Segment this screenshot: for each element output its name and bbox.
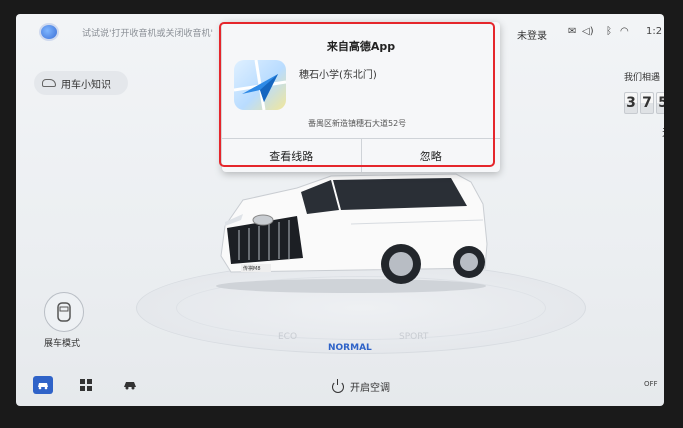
message-icon: ✉: [568, 26, 577, 37]
drive-mode-sport[interactable]: SPORT: [399, 332, 428, 342]
dialog-actions: 查看线路 忽略: [222, 138, 500, 172]
amap-app-icon: [234, 60, 286, 110]
car-icon: [38, 382, 48, 389]
destination-name: 穗石小学(东北门): [299, 70, 377, 81]
ac-label: 开启空调: [350, 383, 390, 394]
ac-power-button[interactable]: 开启空调: [332, 378, 390, 394]
days-digit: 3: [624, 92, 638, 114]
navigation-arrow-icon: [234, 60, 286, 110]
infotainment-screen: 试试说'打开收音机或关闭收音机' 未登录 ✉ ◁) ᛒ ◠ 1:2 用车小知识 …: [16, 14, 664, 406]
vehicle-image: 传祺M8: [216, 173, 488, 293]
days-digit: 7: [640, 92, 654, 114]
dialog-title: 来自高德App: [326, 40, 396, 53]
volume-icon: ◁): [582, 26, 594, 37]
days-digit: 5: [656, 92, 664, 114]
off-switch[interactable]: OFF: [644, 380, 658, 388]
voice-assistant-icon[interactable]: [39, 23, 59, 41]
bottom-dock: 开启空调 OFF: [16, 370, 664, 406]
navigation-share-dialog: 来自高德App 穗石小学(东北门) 番禺区新造镇穗石大道52号 查看线路 忽略: [222, 22, 500, 172]
clock: 1:2: [646, 26, 663, 37]
car-icon: [42, 79, 56, 87]
dock-car-settings-button[interactable]: [120, 376, 140, 394]
car-knowledge-label: 用车小知识: [61, 79, 111, 91]
bluetooth-icon: ᛒ: [606, 26, 612, 37]
car-icon: [124, 382, 136, 390]
days-unit: 天: [662, 124, 664, 139]
drive-mode-eco[interactable]: ECO: [278, 332, 297, 342]
login-status[interactable]: 未登录: [517, 27, 547, 42]
dock-vehicle-button[interactable]: [33, 376, 53, 394]
device-bezel: 试试说'打开收音机或关闭收音机' 未登录 ✉ ◁) ᛒ ◠ 1:2 用车小知识 …: [0, 0, 683, 428]
power-icon: [332, 378, 344, 393]
dock-apps-button[interactable]: [76, 376, 96, 394]
voice-hint: 试试说'打开收音机或关闭收音机': [82, 29, 213, 39]
car-knowledge-button[interactable]: 用车小知识: [34, 71, 128, 95]
drive-mode-normal[interactable]: NORMAL: [328, 343, 372, 353]
wifi-icon: ◠: [620, 26, 629, 37]
days-together-label: 我们相遇: [624, 73, 661, 83]
days-counter: 3 7 5: [624, 92, 664, 114]
view-route-button[interactable]: 查看线路: [222, 139, 361, 172]
vehicle-badge: 传祺M8: [243, 265, 261, 272]
car-top-view-icon: [57, 302, 71, 322]
ignore-button[interactable]: 忽略: [360, 139, 501, 172]
off-label: OFF: [644, 380, 658, 388]
show-mode-button[interactable]: [44, 292, 84, 332]
show-mode-label: 展车模式: [44, 339, 81, 349]
apps-grid-icon: [80, 379, 92, 391]
destination-address: 番禺区新造镇穗石大道52号: [308, 119, 407, 128]
